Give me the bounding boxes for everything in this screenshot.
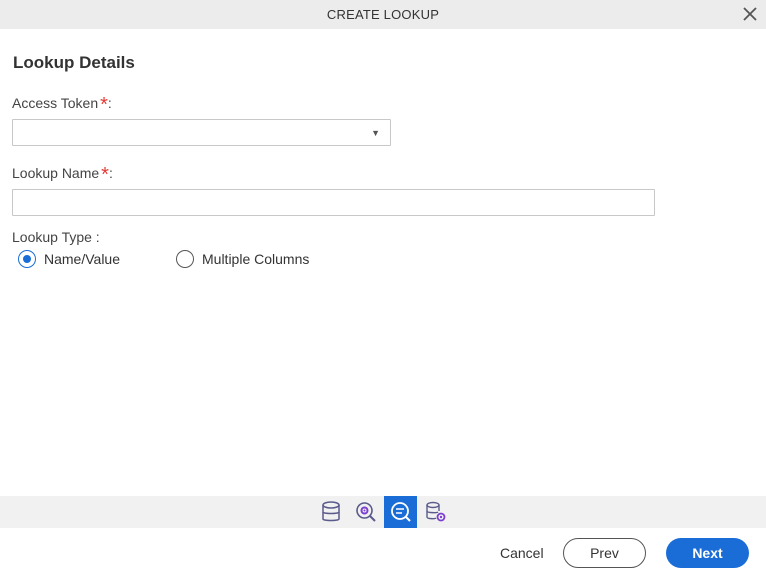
database-icon (321, 501, 340, 522)
required-mark: * (101, 164, 109, 186)
caret-down-icon: ▼ (371, 128, 380, 138)
lookup-name-colon: : (108, 165, 113, 181)
toolbar-search-settings-button[interactable] (349, 496, 382, 528)
toolbar-database-settings-button[interactable] (419, 496, 452, 528)
lookup-name-label: Lookup Name *: (12, 165, 113, 185)
section-title: Lookup Details (13, 53, 135, 72)
radio-dot (23, 255, 31, 263)
radio-name-value-label: Name/Value (44, 251, 121, 267)
radio-multiple-columns-label: Multiple Columns (202, 251, 310, 267)
lookup-type-label: Lookup Type : (12, 229, 100, 245)
radio-unchecked-icon[interactable] (176, 250, 194, 268)
access-token-colon: : (107, 95, 112, 111)
search-settings-icon (355, 502, 376, 522)
database-settings-icon (425, 501, 445, 522)
lookup-name-input[interactable] (12, 189, 655, 216)
dialog-header: CREATE LOOKUP (0, 0, 766, 29)
next-button[interactable]: Next (666, 538, 749, 568)
cancel-button[interactable]: Cancel (500, 545, 544, 561)
close-icon (743, 7, 757, 21)
close-button[interactable] (740, 4, 760, 24)
radio-name-value[interactable]: Name/Value (18, 250, 120, 268)
radio-checked-icon[interactable] (18, 250, 36, 268)
required-mark: * (100, 94, 108, 116)
access-token-select[interactable]: ▼ (12, 119, 391, 146)
access-token-label: Access Token *: (12, 95, 112, 115)
lookup-name-label-text: Lookup Name (12, 165, 100, 181)
prev-button[interactable]: Prev (563, 538, 646, 568)
dialog-title: CREATE LOOKUP (326, 7, 440, 22)
radio-multiple-columns[interactable]: Multiple Columns (176, 250, 309, 268)
bottom-toolbar (0, 496, 766, 528)
toolbar-database-button[interactable] (314, 496, 347, 528)
toolbar-search-list-button[interactable] (384, 496, 417, 528)
search-list-icon (390, 502, 411, 522)
access-token-label-text: Access Token (12, 95, 99, 111)
